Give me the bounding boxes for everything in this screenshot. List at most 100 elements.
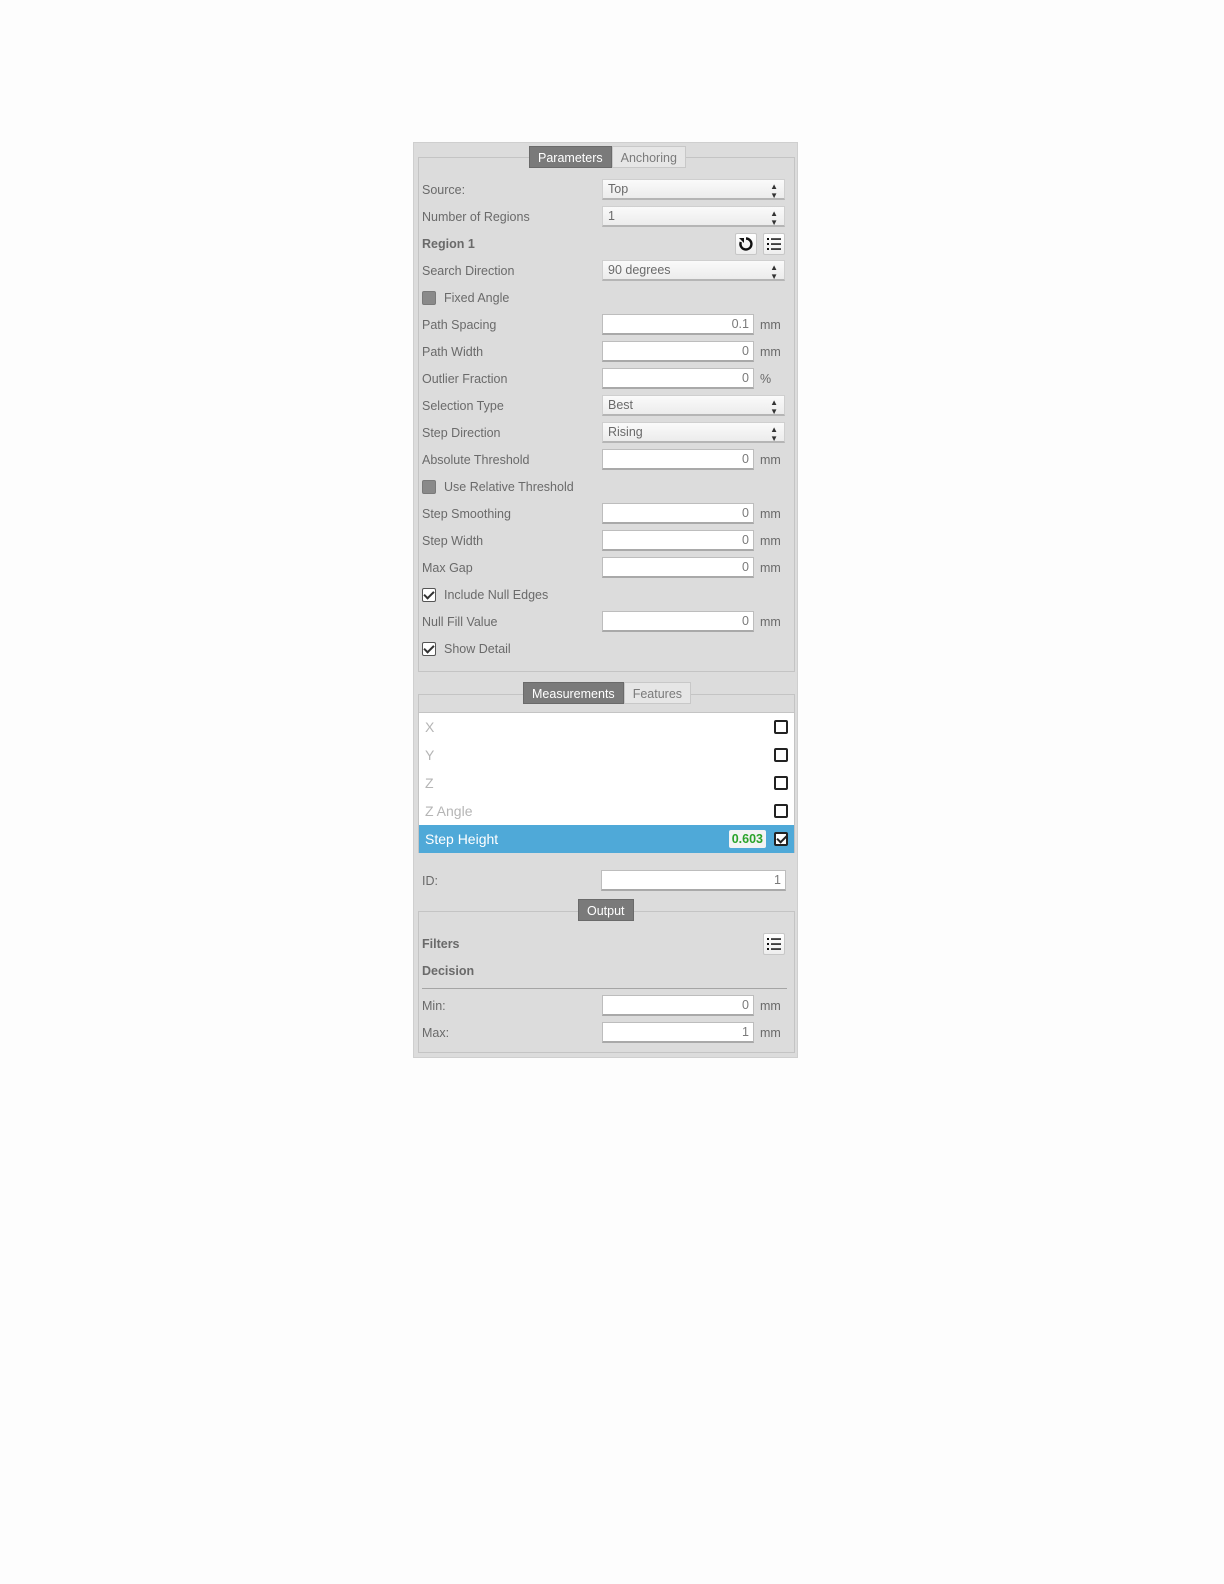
path-width-unit: mm [760, 345, 781, 359]
null-fill-value-unit: mm [760, 615, 781, 629]
select-arrows-icon: ▲ ▼ [770, 398, 778, 416]
select-arrows-icon: ▲ ▼ [770, 425, 778, 443]
id-label: ID: [422, 874, 438, 888]
max-unit: mm [760, 1026, 781, 1040]
measurement-value: 0.603 [728, 830, 766, 848]
path-width-row: Path Width mm [422, 341, 787, 363]
tool-panel: Parameters Anchoring Source: Top ▲ ▼ Numbe… [413, 142, 798, 1058]
max-label: Max: [422, 1026, 450, 1040]
select-arrows-icon: ▲ ▼ [770, 263, 778, 281]
list-item[interactable]: Z Angle [419, 797, 794, 825]
show-detail-row: Show Detail [422, 638, 787, 660]
include-null-edges-label: Include Null Edges [444, 588, 549, 602]
region-list-button[interactable] [763, 233, 785, 255]
show-detail-checkbox[interactable] [422, 642, 436, 656]
selection-type-select[interactable]: Best ▲ ▼ [602, 395, 785, 416]
max-gap-label: Max Gap [422, 561, 473, 575]
include-null-edges-row: Include Null Edges [422, 584, 787, 606]
include-null-edges-checkbox[interactable] [422, 588, 436, 602]
measurement-x-checkbox[interactable] [774, 720, 788, 734]
max-gap-unit: mm [760, 561, 781, 575]
max-gap-input[interactable] [602, 557, 754, 578]
step-width-label: Step Width [422, 534, 484, 548]
selection-type-value: Best [608, 398, 634, 412]
decision-row: Decision [422, 960, 787, 982]
step-direction-label: Step Direction [422, 426, 501, 440]
num-regions-value: 1 [608, 209, 615, 223]
parameters-tabs: Parameters Anchoring [529, 146, 686, 168]
num-regions-label: Number of Regions [422, 210, 530, 224]
list-item[interactable]: X [419, 713, 794, 741]
step-width-unit: mm [760, 534, 781, 548]
max-row: Max: mm [422, 1022, 787, 1044]
reset-icon [739, 237, 753, 251]
show-detail-label: Show Detail [444, 642, 511, 656]
null-fill-value-label: Null Fill Value [422, 615, 498, 629]
search-direction-row: Search Direction 90 degrees ▲ ▼ [422, 260, 787, 282]
select-arrows-icon: ▲ ▼ [770, 182, 778, 200]
step-width-row: Step Width mm [422, 530, 787, 552]
measurement-label: Z Angle [425, 803, 473, 819]
min-input[interactable] [602, 995, 754, 1016]
region-row: Region 1 [422, 233, 787, 255]
measurement-y-checkbox[interactable] [774, 748, 788, 762]
measurement-label: Y [425, 747, 435, 763]
reset-region-button[interactable] [735, 233, 757, 255]
step-smoothing-input[interactable] [602, 503, 754, 524]
relative-threshold-checkbox[interactable] [422, 480, 436, 494]
search-direction-select[interactable]: 90 degrees ▲ ▼ [602, 260, 785, 281]
path-spacing-label: Path Spacing [422, 318, 497, 332]
tab-parameters[interactable]: Parameters [529, 146, 612, 168]
outlier-fraction-input[interactable] [602, 368, 754, 389]
max-gap-row: Max Gap mm [422, 557, 787, 579]
tab-features[interactable]: Features [623, 682, 692, 704]
tab-output[interactable]: Output [578, 899, 634, 921]
select-arrows-icon: ▲ ▼ [770, 209, 778, 227]
list-item[interactable]: Z [419, 769, 794, 797]
measurement-z-angle-checkbox[interactable] [774, 804, 788, 818]
list-icon [767, 938, 781, 950]
tab-anchoring[interactable]: Anchoring [611, 146, 686, 168]
relative-threshold-label: Use Relative Threshold [444, 480, 574, 494]
measurement-z-checkbox[interactable] [774, 776, 788, 790]
min-label: Min: [422, 999, 446, 1013]
outlier-fraction-label: Outlier Fraction [422, 372, 508, 386]
step-direction-select[interactable]: Rising ▲ ▼ [602, 422, 785, 443]
list-item[interactable]: Y [419, 741, 794, 769]
path-width-input[interactable] [602, 341, 754, 362]
selection-type-row: Selection Type Best ▲ ▼ [422, 395, 787, 417]
absolute-threshold-label: Absolute Threshold [422, 453, 530, 467]
step-direction-value: Rising [608, 425, 643, 439]
id-input[interactable] [601, 870, 786, 891]
path-spacing-input[interactable] [602, 314, 754, 335]
num-regions-select[interactable]: 1 ▲ ▼ [602, 206, 785, 227]
path-spacing-unit: mm [760, 318, 781, 332]
source-row: Source: Top ▲ ▼ [422, 179, 787, 201]
step-smoothing-label: Step Smoothing [422, 507, 511, 521]
measurement-step-height-checkbox[interactable] [774, 832, 788, 846]
max-input[interactable] [602, 1022, 754, 1043]
outlier-fraction-unit: % [760, 372, 772, 386]
filters-list-button[interactable] [763, 933, 785, 955]
region-label: Region 1 [422, 237, 475, 251]
path-width-label: Path Width [422, 345, 484, 359]
source-label: Source: [422, 183, 466, 197]
null-fill-value-input[interactable] [602, 611, 754, 632]
measurements-tabs: Measurements Features [523, 682, 692, 704]
source-value: Top [608, 182, 629, 196]
absolute-threshold-input[interactable] [602, 449, 754, 470]
source-select[interactable]: Top ▲ ▼ [602, 179, 785, 200]
list-icon [767, 238, 781, 250]
search-direction-label: Search Direction [422, 264, 515, 278]
step-width-input[interactable] [602, 530, 754, 551]
min-unit: mm [760, 999, 781, 1013]
list-item-selected[interactable]: Step Height 0.603 [419, 825, 794, 853]
absolute-threshold-unit: mm [760, 453, 781, 467]
fixed-angle-checkbox[interactable] [422, 291, 436, 305]
num-regions-row: Number of Regions 1 ▲ ▼ [422, 206, 787, 228]
measurement-label: Z [425, 775, 434, 791]
tab-measurements[interactable]: Measurements [523, 682, 624, 704]
step-smoothing-unit: mm [760, 507, 781, 521]
outlier-fraction-row: Outlier Fraction % [422, 368, 787, 390]
measurement-label: X [425, 719, 435, 735]
